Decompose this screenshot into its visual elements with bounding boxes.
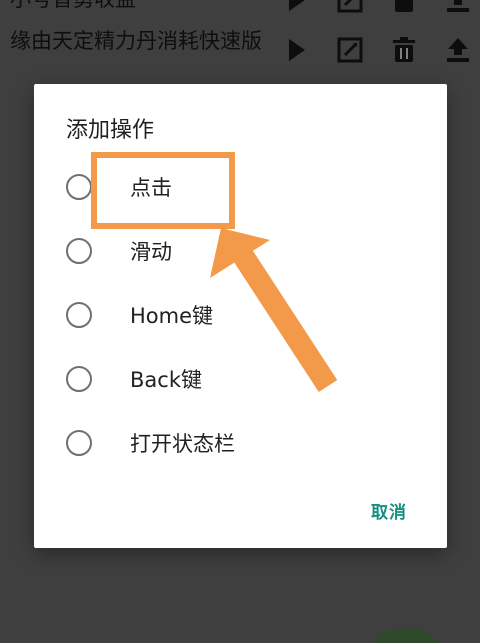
option-label: Back键 bbox=[130, 368, 202, 392]
option-home-key[interactable]: Home键 bbox=[66, 295, 406, 335]
option-click[interactable]: 点击 bbox=[66, 167, 406, 207]
add-action-dialog: 添加操作 点击 滑动 Home键 Back键 打开状态栏 取消 bbox=[34, 84, 447, 548]
option-label: Home键 bbox=[130, 304, 214, 328]
option-label: 打开状态栏 bbox=[130, 432, 235, 456]
radio-button[interactable] bbox=[66, 238, 92, 264]
radio-button[interactable] bbox=[66, 430, 92, 456]
option-swipe[interactable]: 滑动 bbox=[66, 231, 406, 271]
cancel-button[interactable]: 取消 bbox=[371, 498, 407, 523]
radio-button[interactable] bbox=[66, 174, 92, 200]
option-label: 点击 bbox=[130, 176, 172, 200]
radio-button[interactable] bbox=[66, 302, 92, 328]
radio-button[interactable] bbox=[66, 366, 92, 392]
option-back-key[interactable]: Back键 bbox=[66, 359, 406, 399]
dialog-title: 添加操作 bbox=[66, 118, 155, 143]
option-label: 滑动 bbox=[130, 240, 172, 264]
option-open-status-bar[interactable]: 打开状态栏 bbox=[66, 423, 406, 463]
